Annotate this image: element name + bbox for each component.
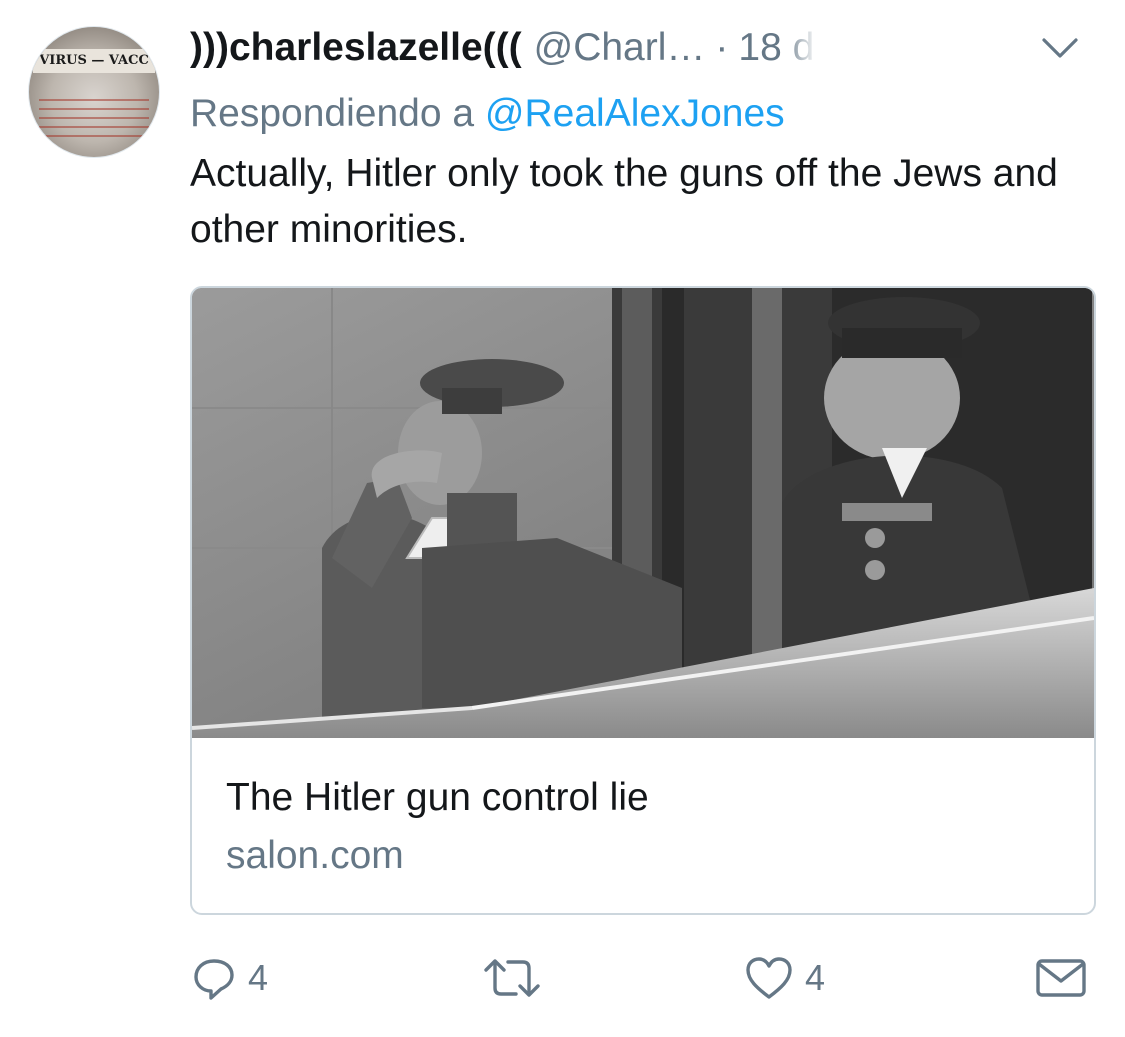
- tweet-actions: 4 4: [190, 948, 1090, 1008]
- like-count: 4: [805, 957, 826, 998]
- mail-icon: [1036, 959, 1086, 997]
- direct-message-button[interactable]: [1033, 948, 1089, 1008]
- like-button[interactable]: 4: [743, 948, 825, 1008]
- heart-icon: [746, 957, 792, 999]
- reply-mention-link[interactable]: @RealAlexJones: [485, 92, 785, 135]
- reply-count: 4: [248, 957, 269, 998]
- retweet-icon: [484, 959, 540, 997]
- link-card[interactable]: The Hitler gun control lie salon.com: [190, 286, 1096, 915]
- display-name[interactable]: )))charleslazelle(((: [190, 26, 522, 70]
- reply-prefix: Respondiendo a: [190, 92, 475, 135]
- reply-button[interactable]: 4: [190, 948, 268, 1008]
- chevron-down-icon[interactable]: [1040, 34, 1080, 64]
- reply-icon: [194, 959, 234, 1000]
- card-title: The Hitler gun control lie: [226, 776, 649, 819]
- tweet-text: Actually, Hitler only took the guns off …: [190, 152, 1058, 251]
- user-handle[interactable]: @Charl…: [534, 26, 706, 70]
- tweet-header: )))charleslazelle((( @Charl… · 18 d: [190, 26, 818, 76]
- card-image: [192, 288, 1094, 738]
- avatar-banner-text: VIRUS — VACC: [33, 49, 155, 73]
- retweet-button[interactable]: [480, 948, 554, 1008]
- avatar[interactable]: VIRUS — VACC: [28, 26, 160, 158]
- separator-dot: ·: [715, 26, 729, 69]
- avatar-graphic: [39, 99, 149, 139]
- timestamp[interactable]: 18 d: [738, 26, 818, 70]
- card-photo: [192, 288, 1094, 738]
- card-domain: salon.com: [226, 834, 404, 877]
- reply-context: Respondiendo a @RealAlexJones: [190, 92, 785, 136]
